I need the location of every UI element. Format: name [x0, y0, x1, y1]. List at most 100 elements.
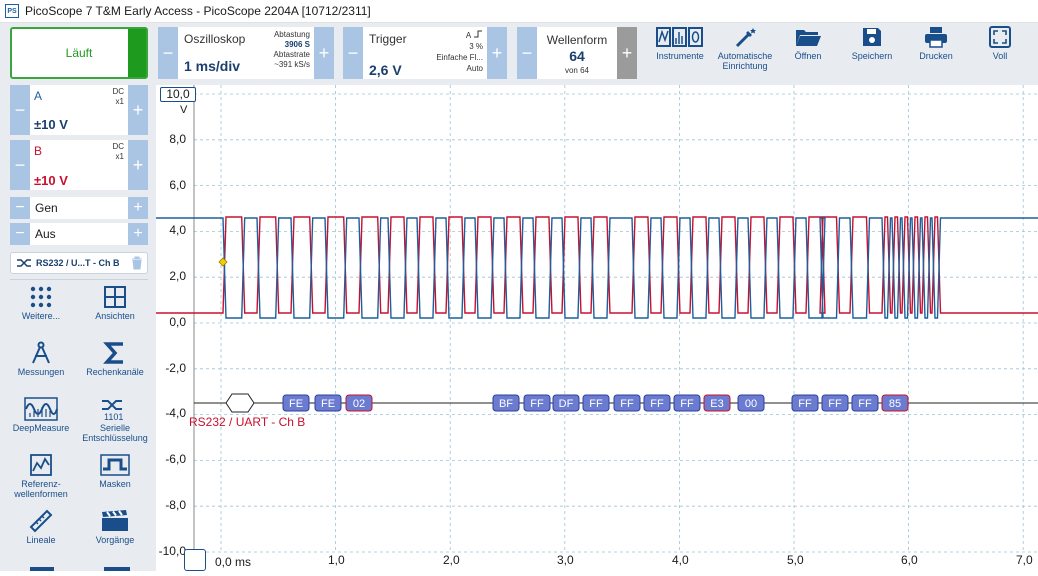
math-channels-button[interactable]: Rechenkanäle — [80, 341, 150, 397]
deepmeasure-label: DeepMeasure — [12, 423, 70, 433]
channel-b-decrease-button[interactable]: − — [10, 140, 30, 190]
rising-edge-icon — [474, 30, 482, 38]
decoder-chip[interactable]: RS232 / U...T - Ch B — [10, 252, 148, 274]
generator-state-decrease-button[interactable]: − — [10, 223, 30, 245]
serial-decoding-label: Serielle Entschlüsselung — [82, 423, 148, 443]
print-button[interactable]: Drucken — [906, 26, 966, 82]
decoder-byte-label: FF — [650, 398, 664, 410]
y-tick-label: -10,0 — [158, 544, 186, 558]
generator-decrease-button[interactable]: − — [10, 197, 30, 219]
trigger-title: Trigger — [369, 32, 407, 46]
svg-text:1101: 1101 — [104, 412, 123, 421]
timebase-decrease-button[interactable]: − — [158, 27, 178, 79]
save-icon — [863, 28, 881, 46]
channel-a-increase-button[interactable]: + — [128, 85, 148, 135]
math-sigma-icon — [103, 342, 123, 364]
y-axis-top-marker[interactable]: 10,0 — [160, 87, 196, 102]
rulers-label: Lineale — [26, 535, 56, 545]
next-tool-peek — [30, 567, 54, 571]
measurements-icon — [32, 341, 50, 364]
y-axis-unit: V — [180, 104, 188, 116]
generator-increase-button[interactable]: + — [128, 197, 148, 219]
serial-decoding-button[interactable]: 1101 Serielle Entschlüsselung — [80, 397, 150, 453]
run-indicator-bar — [128, 29, 146, 77]
x-tick-label: 1,0 — [328, 553, 345, 567]
views-label: Ansichten — [95, 311, 135, 321]
generator-row: − Gen + — [10, 197, 148, 219]
y-tick-label: -4,0 — [165, 406, 186, 420]
x-tick-label: 3,0 — [557, 553, 574, 567]
timebase-increase-button[interactable]: + — [314, 27, 334, 79]
waveform-group: − Wellenform 64 von 64 + — [517, 27, 637, 79]
waveform-count[interactable]: 64 — [537, 48, 617, 64]
actions-button[interactable]: Vorgänge — [80, 509, 150, 565]
y-tick-label: -6,0 — [165, 452, 186, 466]
x-tick-label: 7,0 — [1016, 553, 1033, 567]
clapper-icon — [102, 510, 128, 531]
y-tick-label: 2,0 — [169, 269, 186, 283]
waveform-of: von 64 — [564, 66, 590, 75]
samples-value: 3906 S — [284, 40, 310, 49]
generator-state-increase-button[interactable]: + — [128, 223, 148, 245]
decoder-byte-label: FF — [858, 398, 872, 410]
decoder-byte-label: FF — [798, 398, 812, 410]
reference-waveforms-button[interactable]: Referenz-wellenformen — [6, 453, 76, 509]
oscilloscope-title: Oszilloskop — [184, 32, 246, 46]
channel-a-coupling-value: DC — [112, 87, 124, 96]
run-stop-button[interactable]: Läuft — [10, 27, 148, 79]
rulers-button[interactable]: Lineale — [6, 509, 76, 565]
channel-b-name: B — [34, 144, 43, 158]
fullscreen-icon — [989, 26, 1011, 48]
channel-b-coupling: DC x1 — [112, 142, 124, 162]
decoder-byte-label: DF — [559, 398, 574, 410]
reference-waveforms-label: Referenz-wellenformen — [14, 479, 68, 499]
sampling-info: Abtastung 3906 S Abtastrate ~391 kS/s — [250, 30, 310, 70]
waveform-prev-button[interactable]: − — [517, 27, 537, 79]
serial-decode-small-icon — [17, 259, 31, 267]
decoder-byte-label: FE — [321, 398, 335, 410]
save-label: Speichern — [851, 51, 893, 61]
generator-state-row: − Aus + — [10, 223, 148, 245]
more-button[interactable]: Weitere... — [6, 285, 76, 341]
channel-b-increase-button[interactable]: + — [128, 140, 148, 190]
more-grid-icon — [30, 286, 52, 308]
reference-waveform-icon — [30, 454, 52, 476]
views-button[interactable]: Ansichten — [80, 285, 150, 341]
channel-b-probe: x1 — [115, 152, 124, 161]
waveform-next-button[interactable]: + — [617, 27, 637, 79]
trigger-level[interactable]: 2,6 V — [369, 62, 402, 78]
trigger-mode: Auto — [466, 64, 483, 73]
open-button[interactable]: Öffnen — [778, 26, 838, 82]
scope-view[interactable]: FE FE 02 BF FF DF FF FF FF FF E3 00 FF FF FF 85 10,0 V … — [156, 85, 1038, 571]
trigger-mode-label: Einfache Fl... — [436, 53, 483, 62]
next-tool-peek-2 — [104, 567, 130, 571]
channel-a-range[interactable]: ±10 V — [34, 117, 68, 132]
deepmeasure-icon — [24, 397, 58, 421]
measurements-button[interactable]: Messungen — [6, 341, 76, 397]
deepmeasure-button[interactable]: DeepMeasure — [6, 397, 76, 453]
decoder-byte-label: 02 — [353, 398, 365, 410]
channel-a-decrease-button[interactable]: − — [10, 85, 30, 135]
y-tick-label: 6,0 — [169, 178, 186, 192]
x-tick-label: 6,0 — [901, 553, 918, 567]
decoder-byte-label: FF — [620, 398, 634, 410]
rate-value: ~391 kS/s — [274, 60, 310, 69]
trigger-decrease-button[interactable]: − — [343, 27, 363, 79]
fullscreen-button[interactable]: Voll — [970, 26, 1030, 82]
trigger-percent: 3 % — [469, 42, 483, 51]
trigger-info: A 3 % Einfache Fl... Auto — [421, 30, 483, 74]
auto-setup-button[interactable]: Automatische Einrichtung — [713, 26, 777, 82]
timebase-value[interactable]: 1 ms/div — [184, 58, 240, 74]
decoder-byte-label: FE — [289, 398, 303, 410]
trash-icon[interactable] — [131, 256, 143, 270]
trigger-increase-button[interactable]: + — [487, 27, 507, 79]
save-button[interactable]: Speichern — [842, 26, 902, 82]
scope-canvas[interactable]: FE FE 02 BF FF DF FF FF FF FF E3 00 FF FF FF 85 — [156, 85, 1038, 571]
title-bar: PS PicoScope 7 T&M Early Access - PicoSc… — [0, 0, 1038, 23]
x-axis-marker[interactable] — [184, 549, 206, 571]
masks-button[interactable]: Masken — [80, 453, 150, 509]
instruments-button[interactable]: Instrumente — [650, 26, 710, 82]
x-tick-label: 5,0 — [787, 553, 804, 567]
trigger-marker — [218, 257, 228, 267]
channel-b-range[interactable]: ±10 V — [34, 173, 68, 188]
